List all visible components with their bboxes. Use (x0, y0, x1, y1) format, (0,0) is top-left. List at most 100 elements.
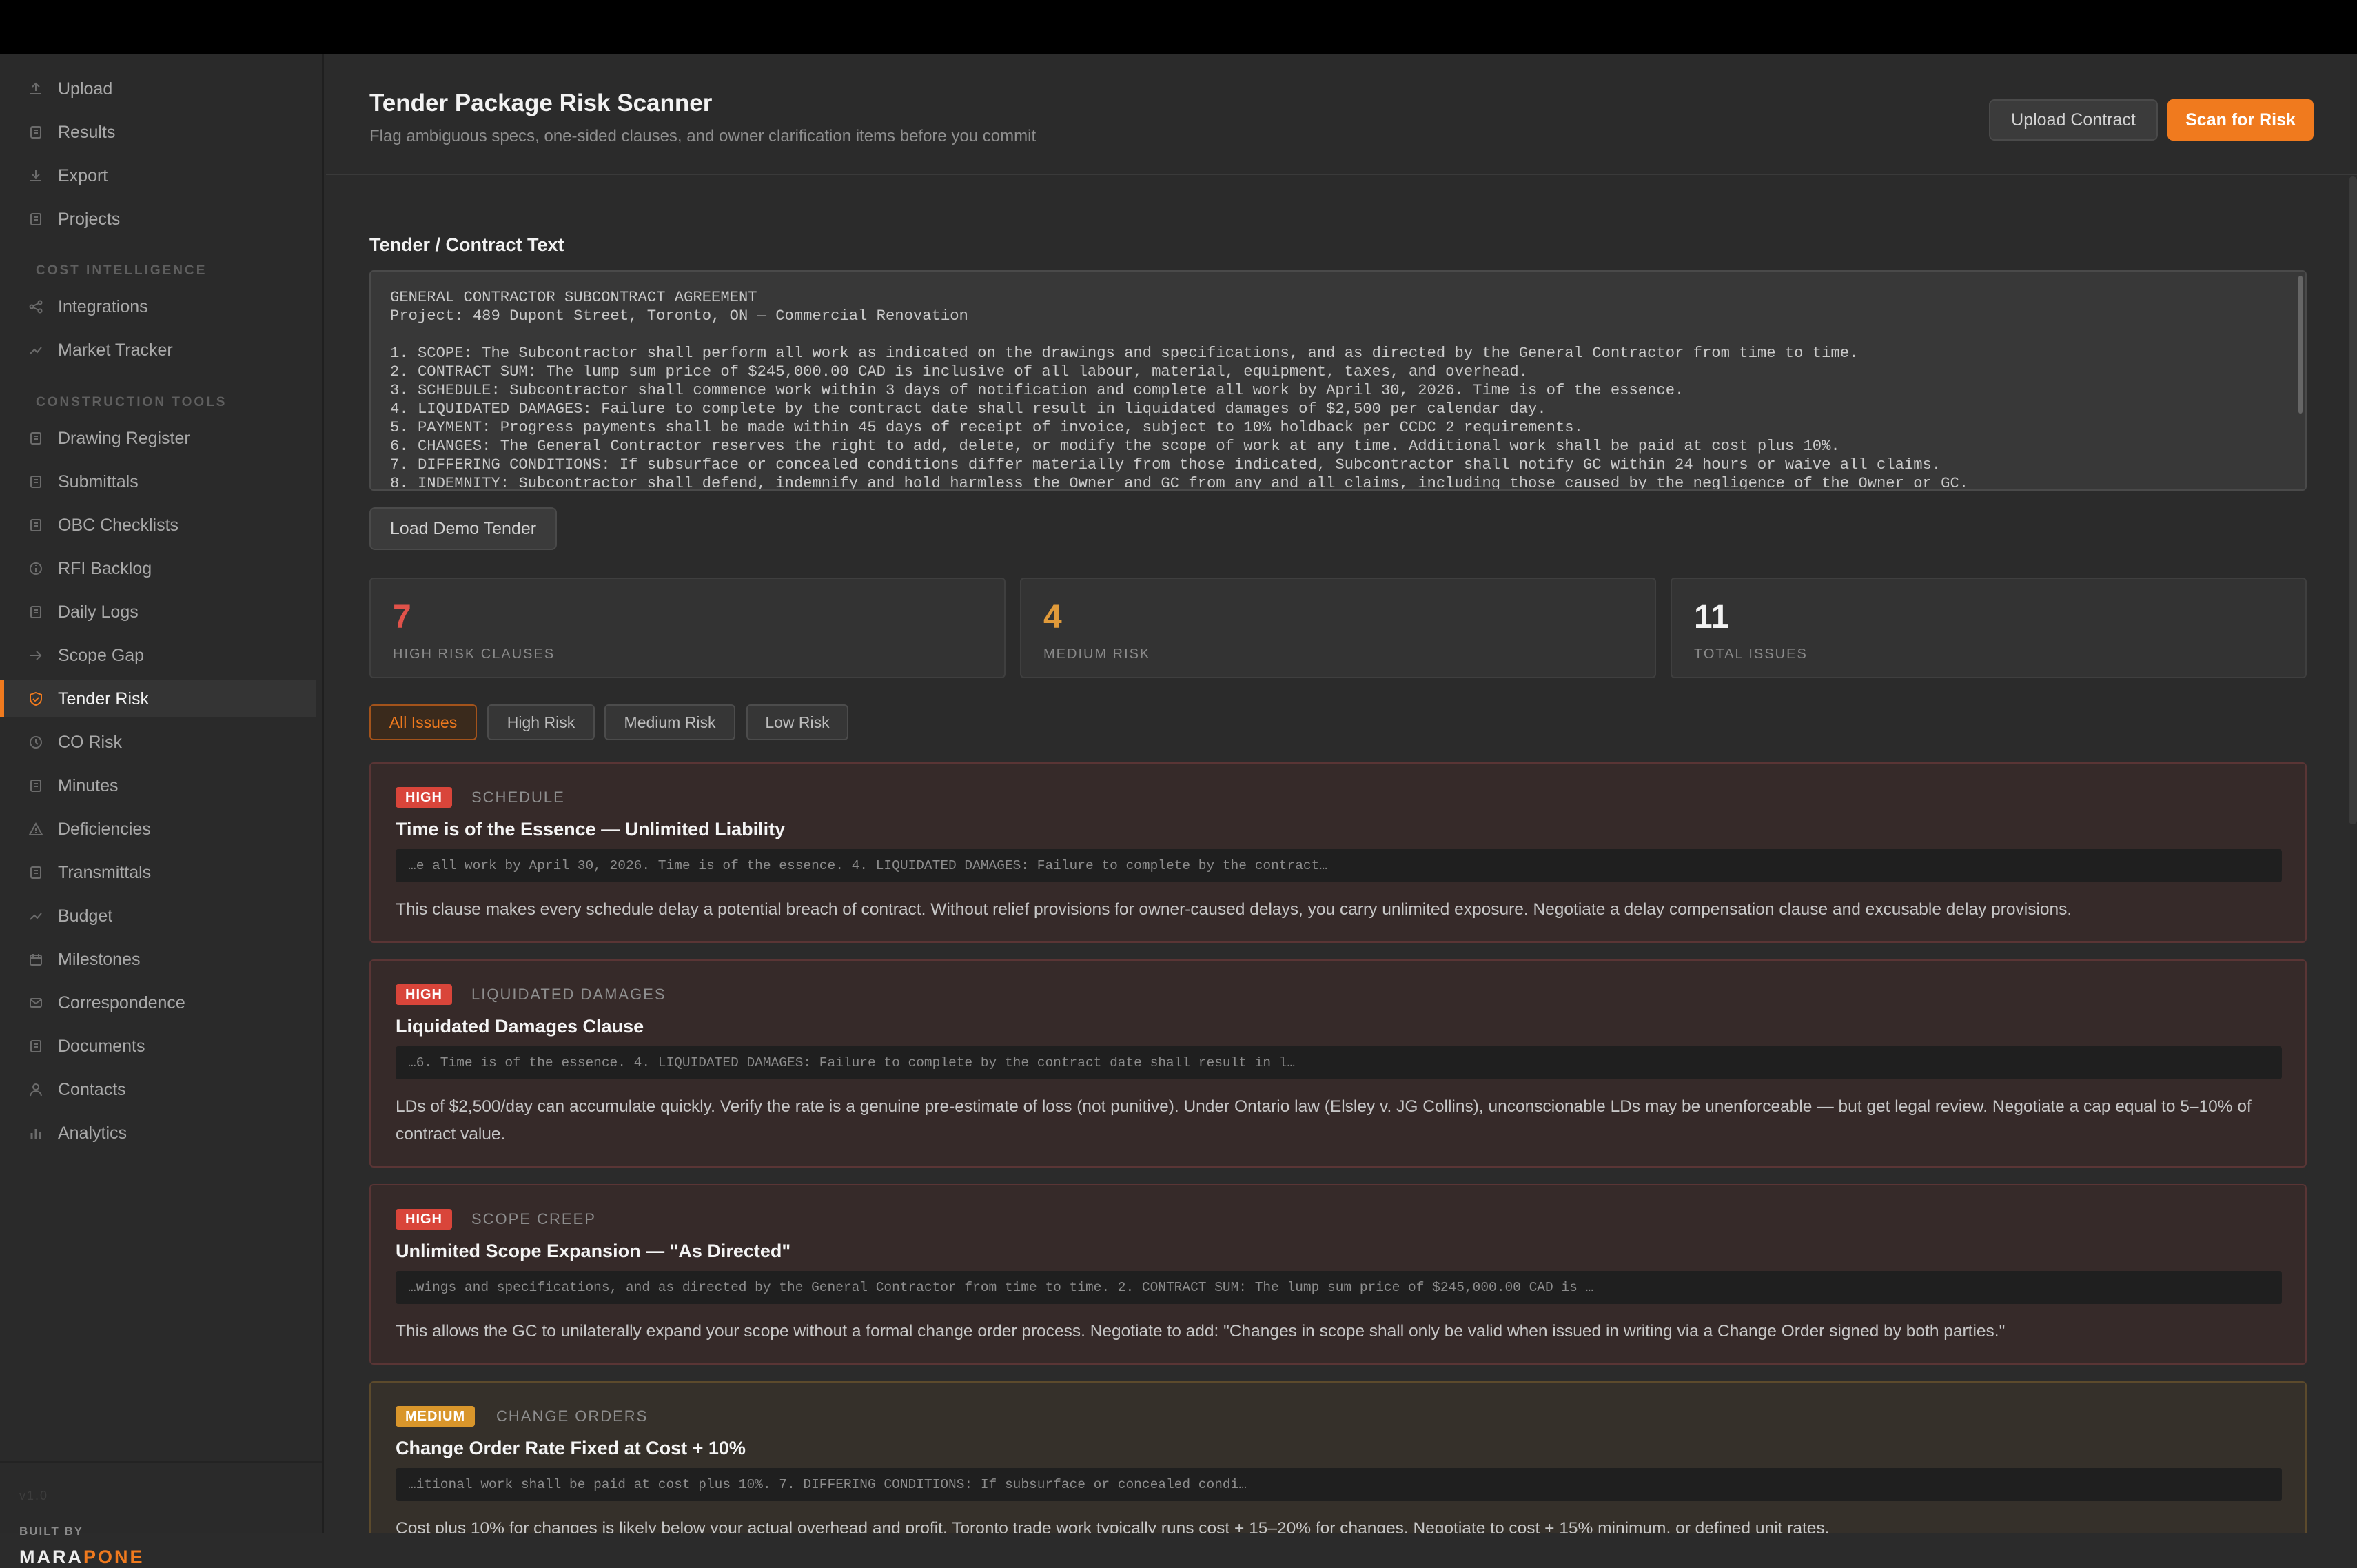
sidebar-item-budget[interactable]: Budget (0, 897, 316, 935)
sidebar-item-transmittals[interactable]: Transmittals (0, 854, 316, 891)
sidebar-item-label: Documents (58, 1036, 145, 1056)
contract-line: Project: 489 Dupont Street, Toronto, ON … (390, 307, 968, 325)
stat-value: 11 (1694, 599, 1729, 635)
document-icon (26, 429, 45, 448)
sidebar-item-export[interactable]: Export (0, 157, 316, 194)
sidebar-item-milestones[interactable]: Milestones (0, 941, 316, 978)
issue-card[interactable]: HIGH SCHEDULE Time is of the Essence — U… (369, 762, 2307, 943)
stat-total-issues: 11 TOTAL ISSUES (1671, 578, 2307, 678)
risk-badge: HIGH (396, 984, 452, 1005)
section-label-construction-tools: CONSTRUCTION TOOLS (36, 395, 227, 409)
issue-description: LDs of $2,500/day can accumulate quickly… (396, 1097, 2252, 1143)
sidebar-item-drawing-register[interactable]: Drawing Register (0, 420, 316, 457)
trend-icon (26, 340, 45, 360)
contract-line (390, 325, 2286, 344)
load-demo-tender-button[interactable]: Load Demo Tender (369, 507, 557, 550)
sidebar-item-integrations[interactable]: Integrations (0, 288, 316, 325)
sidebar-item-label: Integrations (58, 296, 148, 316)
scan-for-risk-button[interactable]: Scan for Risk (2167, 99, 2314, 141)
sidebar-item-analytics[interactable]: Analytics (0, 1114, 316, 1152)
version-label: v1.0 (19, 1489, 49, 1503)
sidebar-item-correspondence[interactable]: Correspondence (0, 984, 316, 1021)
issue-description: This clause makes every schedule delay a… (396, 900, 2072, 919)
upload-contract-button[interactable]: Upload Contract (1989, 99, 2158, 141)
filter-low-risk[interactable]: Low Risk (746, 704, 848, 740)
sidebar-item-label: Upload (58, 79, 113, 99)
sidebar-item-contacts[interactable]: Contacts (0, 1071, 316, 1108)
warning-icon (26, 819, 45, 839)
contract-line: 3. SCHEDULE: Subcontractor shall commenc… (390, 382, 1684, 399)
stat-value: 4 (1043, 599, 1062, 635)
contract-line: 2. CONTRACT SUM: The lump sum price of $… (390, 363, 1529, 380)
sidebar-item-label: Contacts (58, 1079, 126, 1099)
sidebar-item-label: OBC Checklists (58, 515, 179, 535)
contract-line: 1. SCOPE: The Subcontractor shall perfor… (390, 345, 1859, 362)
sidebar-item-projects[interactable]: Projects (0, 201, 316, 238)
risk-badge: MEDIUM (396, 1406, 476, 1427)
sidebar: Upload Results Export Projects COST INTE… (0, 54, 324, 1567)
filter-medium-risk[interactable]: Medium Risk (604, 704, 735, 740)
sidebar-item-submittals[interactable]: Submittals (0, 463, 316, 500)
sidebar-item-label: Results (58, 122, 116, 142)
contract-line: 5. PAYMENT: Progress payments shall be m… (390, 419, 1583, 436)
sidebar-item-label: Market Tracker (58, 340, 173, 360)
sidebar-footer-divider (0, 1461, 322, 1463)
sidebar-item-label: Tender Risk (58, 689, 149, 709)
stat-medium-risk: 4 MEDIUM RISK (1020, 578, 1656, 678)
sidebar-item-label: Minutes (58, 775, 119, 795)
page-title: Tender Package Risk Scanner (369, 90, 713, 116)
sidebar-item-rfi-backlog[interactable]: RFI Backlog (0, 550, 316, 587)
sidebar-item-label: Transmittals (58, 862, 152, 882)
filter-all-issues[interactable]: All Issues (369, 704, 477, 740)
sidebar-item-documents[interactable]: Documents (0, 1028, 316, 1065)
sidebar-item-upload[interactable]: Upload (0, 70, 316, 108)
issue-title: Change Order Rate Fixed at Cost + 10% (396, 1438, 746, 1458)
textarea-scrollbar[interactable] (2298, 276, 2303, 414)
issue-card[interactable]: MEDIUM CHANGE ORDERS Change Order Rate F… (369, 1381, 2307, 1533)
sidebar-item-deficiencies[interactable]: Deficiencies (0, 811, 316, 848)
sidebar-item-minutes[interactable]: Minutes (0, 767, 316, 804)
sidebar-item-tender-risk[interactable]: Tender Risk (0, 680, 316, 717)
trend-icon (26, 906, 45, 926)
contract-text-input[interactable]: GENERAL CONTRACTOR SUBCONTRACT AGREEMENT… (369, 270, 2307, 491)
folder-icon (26, 210, 45, 229)
issue-card[interactable]: HIGH SCOPE CREEP Unlimited Scope Expansi… (369, 1184, 2307, 1365)
risk-badge: HIGH (396, 787, 452, 808)
calendar-icon (26, 950, 45, 969)
download-icon (26, 166, 45, 185)
sidebar-item-label: Submittals (58, 471, 139, 491)
sidebar-item-scope-gap[interactable]: Scope Gap (0, 637, 316, 674)
sidebar-item-results[interactable]: Results (0, 114, 316, 151)
section-label-cost-intelligence: COST INTELLIGENCE (36, 263, 207, 278)
sidebar-item-co-risk[interactable]: CO Risk (0, 724, 316, 761)
issue-title: Liquidated Damages Clause (396, 1016, 644, 1037)
issue-excerpt: …6. Time is of the essence. 4. LIQUIDATE… (396, 1046, 2282, 1079)
sidebar-item-daily-logs[interactable]: Daily Logs (0, 593, 316, 631)
contract-line: 6. CHANGES: The General Contractor reser… (390, 438, 1840, 455)
contract-line: 8. INDEMNITY: Subcontractor shall defend… (390, 475, 1969, 491)
sidebar-item-label: Export (58, 165, 108, 185)
upload-icon (26, 79, 45, 99)
contract-line: 7. DIFFERING CONDITIONS: If subsurface o… (390, 456, 1941, 474)
stat-label: HIGH RISK CLAUSES (393, 646, 555, 662)
contract-line: 4. LIQUIDATED DAMAGES: Failure to comple… (390, 400, 1547, 418)
clock-icon (26, 733, 45, 752)
issue-description: This allows the GC to unilaterally expan… (396, 1322, 2006, 1341)
page-header: Tender Package Risk Scanner Flag ambiguo… (326, 54, 2357, 175)
stat-label: MEDIUM RISK (1043, 646, 1151, 662)
sidebar-item-market-tracker[interactable]: Market Tracker (0, 332, 316, 369)
filter-high-risk[interactable]: High Risk (487, 704, 595, 740)
bar-chart-icon (26, 1123, 45, 1143)
document-icon (26, 123, 45, 142)
contract-line: GENERAL CONTRACTOR SUBCONTRACT AGREEMENT (390, 289, 757, 306)
issue-card[interactable]: HIGH LIQUIDATED DAMAGES Liquidated Damag… (369, 959, 2307, 1168)
user-icon (26, 1080, 45, 1099)
issue-category: SCHEDULE (471, 788, 565, 806)
sidebar-item-label: Projects (58, 209, 121, 229)
sidebar-item-obc-checklists[interactable]: OBC Checklists (0, 507, 316, 544)
contract-text-label: Tender / Contract Text (369, 234, 564, 255)
info-icon (26, 559, 45, 578)
mail-icon (26, 993, 45, 1012)
sidebar-item-label: Analytics (58, 1123, 127, 1143)
window-top-bar (0, 0, 2357, 54)
